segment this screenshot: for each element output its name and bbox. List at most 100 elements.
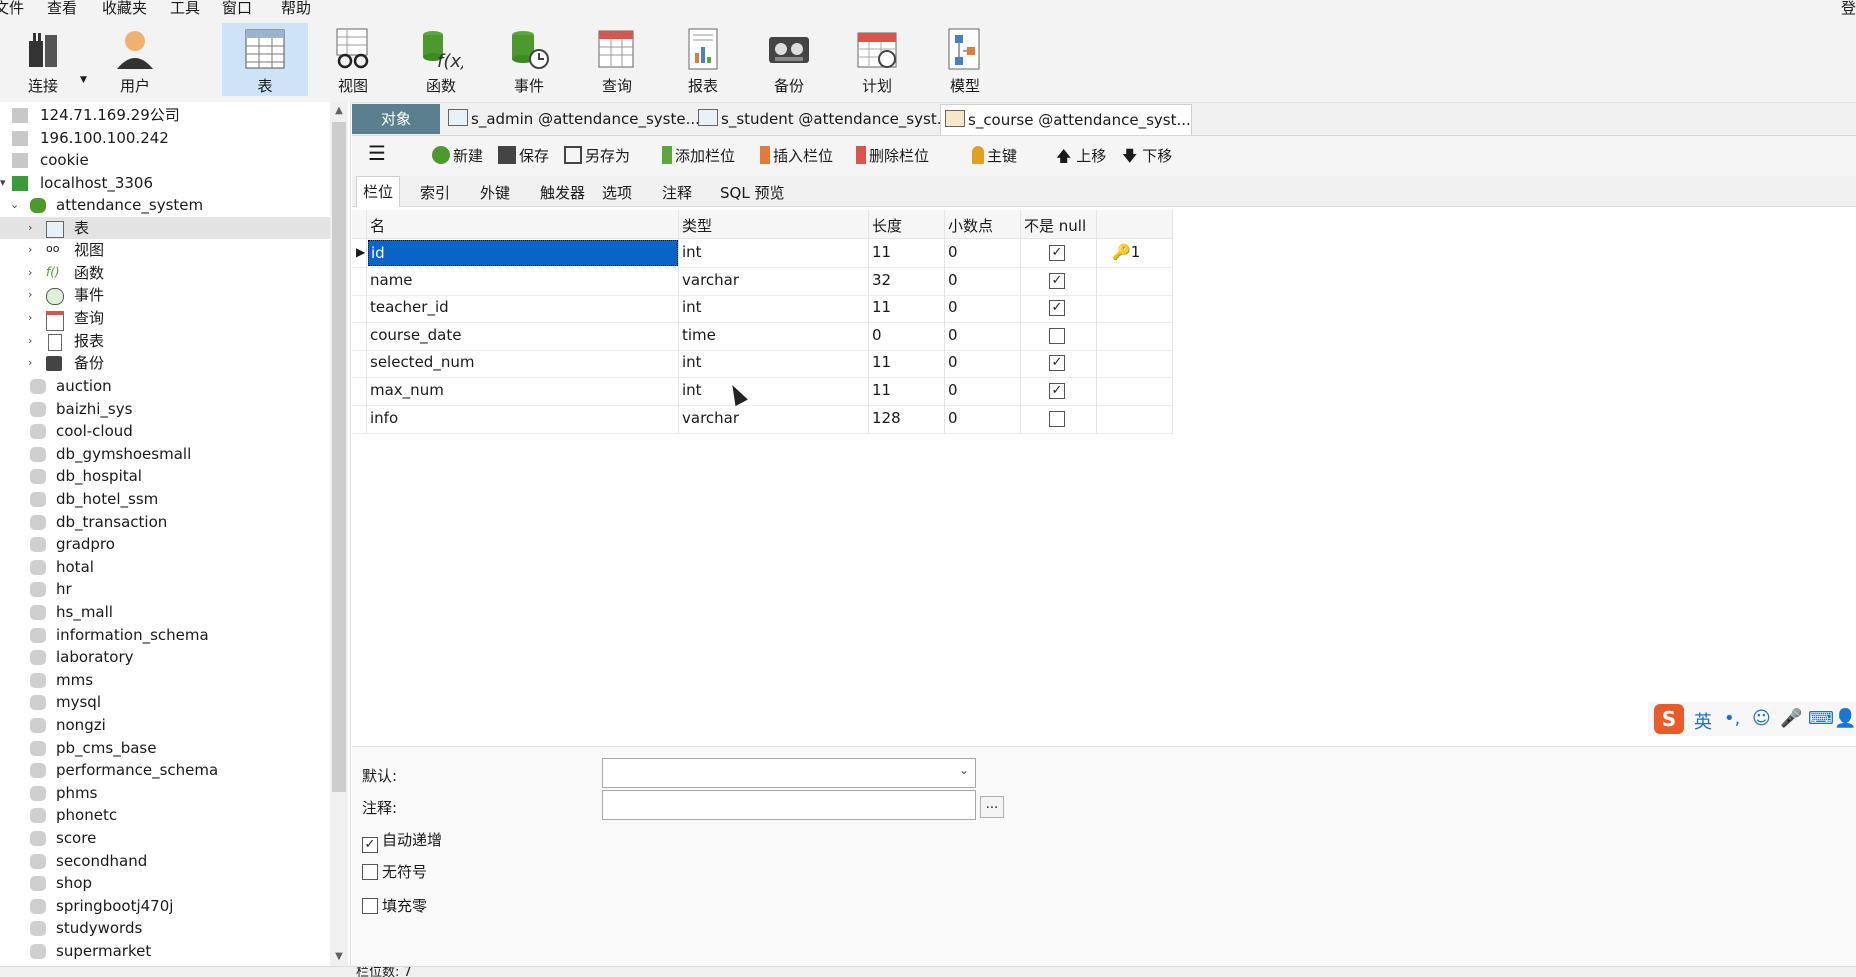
tree-node-backups[interactable]: › 备份 [0,352,330,374]
field-name-cell[interactable]: selected_num [370,353,474,371]
table-row[interactable]: max_num int 11 0 ✓ [352,377,1172,406]
expand-arrow-icon[interactable]: › [28,262,40,284]
model-button[interactable]: 模型 [922,23,1008,96]
tree-database-item[interactable]: gradpro [0,533,330,555]
microphone-icon[interactable]: 🎤 [1780,708,1802,729]
field-length-cell[interactable]: 32 [872,271,891,289]
tree-db-attendance[interactable]: ⌄ attendance_system [0,194,330,216]
tree-database-item[interactable]: supermarket [0,940,330,962]
tree-database-item[interactable]: mms [0,669,330,691]
tree-node-views[interactable]: › oo 视图 [0,239,330,261]
sidebar-scrollbar[interactable]: ▲ ▼ [330,102,348,966]
tree-database-item[interactable]: studywords [0,917,330,939]
tree-database-item[interactable]: information_schema [0,624,330,646]
tree-database-item[interactable]: secondhand [0,850,330,872]
save-button[interactable]: 保存 [498,144,549,168]
field-name-cell[interactable]: name [370,271,413,289]
move-down-button[interactable]: 🡇 下移 [1122,144,1172,168]
scroll-down-icon[interactable]: ▼ [330,948,348,966]
not-null-checkbox[interactable] [1049,327,1065,344]
query-button[interactable]: 查询 [574,23,660,96]
not-null-checkbox[interactable] [1049,410,1065,427]
tree-database-item[interactable]: laboratory [0,646,330,668]
insert-field-button[interactable]: 插入栏位 [760,144,833,168]
schedule-button[interactable]: 计划 [834,23,920,96]
field-name-cell[interactable]: teacher_id [370,298,449,316]
tree-database-item[interactable]: db_gymshoesmall [0,443,330,465]
tree-node-reports[interactable]: › 报表 [0,330,330,352]
tree-database-item[interactable]: hs_mall [0,601,330,623]
connect-dropdown-icon[interactable]: ▼ [80,75,87,85]
tree-database-item[interactable]: nongzi [0,714,330,736]
user-avatar-icon[interactable]: 👤 [1834,708,1856,729]
table-row[interactable]: ▶ id int 11 0 ✓ 🔑1 [352,239,1172,268]
menu-tools[interactable]: 工具 [170,0,200,18]
field-decimals-cell[interactable]: 0 [948,381,958,399]
comment-edit-button[interactable]: ... [980,796,1004,818]
scroll-thumb[interactable] [332,122,346,792]
field-decimals-cell[interactable]: 0 [948,271,958,289]
tree-database-item[interactable]: hotal [0,556,330,578]
menu-view[interactable]: 查看 [47,0,77,18]
tree-node-queries[interactable]: › 查询 [0,307,330,331]
field-length-cell[interactable]: 11 [872,353,891,371]
subtab-foreign-keys[interactable]: 外键 [480,182,510,203]
punctuation-icon[interactable]: •, [1724,708,1740,729]
subtab-sql-preview[interactable]: SQL 预览 [720,182,784,203]
chevron-down-icon[interactable]: ⌄ [959,763,969,777]
view-button[interactable]: 视图 [310,23,396,96]
tree-database-item[interactable]: performance_schema [0,759,330,781]
tree-database-item[interactable]: cool-cloud [0,420,330,442]
ime-language-toggle[interactable]: 英 [1694,708,1712,734]
expand-arrow-icon[interactable]: › [28,330,40,352]
delete-field-button[interactable]: 删除栏位 [856,144,929,168]
column-header-decimals[interactable]: 小数点 [948,215,993,236]
auto-increment-checkbox[interactable]: ✓ 自动递增 [362,829,442,853]
zerofill-checkbox[interactable]: 填充零 [362,895,427,916]
default-combobox[interactable]: ⌄ [602,758,976,788]
tree-database-item[interactable]: auction [0,375,330,397]
expand-arrow-icon[interactable]: › [28,307,40,329]
collapse-arrow-icon[interactable]: ▾ [0,172,12,194]
field-length-cell[interactable]: 0 [872,326,882,344]
field-type-cell[interactable]: int [682,353,702,371]
unsigned-check[interactable] [362,864,378,880]
field-decimals-cell[interactable]: 0 [948,243,958,261]
column-header-name[interactable]: 名 [370,215,385,236]
hamburger-menu-icon[interactable]: ☰ [368,141,386,165]
zerofill-check[interactable] [362,898,378,914]
table-row[interactable]: course_date time 0 0 [352,322,1172,351]
field-type-cell[interactable]: varchar [682,409,739,427]
field-name-cell[interactable]: course_date [370,326,461,344]
tree-database-item[interactable]: db_hotel_ssm [0,488,330,510]
field-type-cell[interactable]: int [682,243,702,261]
subtab-options[interactable]: 选项 [602,182,632,203]
user-button[interactable]: 用户 [92,23,178,96]
expand-arrow-icon[interactable]: › [28,284,40,306]
emoji-icon[interactable]: ☺ [1752,708,1771,729]
menu-file[interactable]: 文件 [0,0,24,18]
sogou-logo-icon[interactable]: S [1654,704,1684,734]
tree-database-item[interactable]: shop [0,872,330,894]
tree-database-item[interactable]: db_transaction [0,511,330,533]
collapse-arrow-icon[interactable]: ⌄ [10,194,22,216]
field-decimals-cell[interactable]: 0 [948,326,958,344]
move-up-button[interactable]: 🡅 上移 [1056,144,1106,168]
function-button[interactable]: f(x) 函数 [398,23,484,96]
expand-arrow-icon[interactable]: › [28,239,40,261]
scroll-up-icon[interactable]: ▲ [330,102,348,120]
new-button[interactable]: 新建 [432,144,483,168]
not-null-checkbox[interactable]: ✓ [1049,272,1065,289]
column-header-type[interactable]: 类型 [682,215,712,236]
save-as-button[interactable]: 另存为 [564,144,630,168]
menu-favorites[interactable]: 收藏夹 [102,0,147,18]
table-button[interactable]: 表 [222,23,308,96]
field-length-cell[interactable]: 11 [872,381,891,399]
not-null-checkbox[interactable]: ✓ [1049,300,1065,317]
subtab-indexes[interactable]: 索引 [420,182,450,203]
subtab-comment[interactable]: 注释 [662,182,692,203]
table-row[interactable]: selected_num int 11 0 ✓ [352,349,1172,379]
login-link[interactable]: 登 [1841,0,1856,18]
report-button[interactable]: 报表 [660,23,746,96]
field-type-cell[interactable]: varchar [682,271,739,289]
